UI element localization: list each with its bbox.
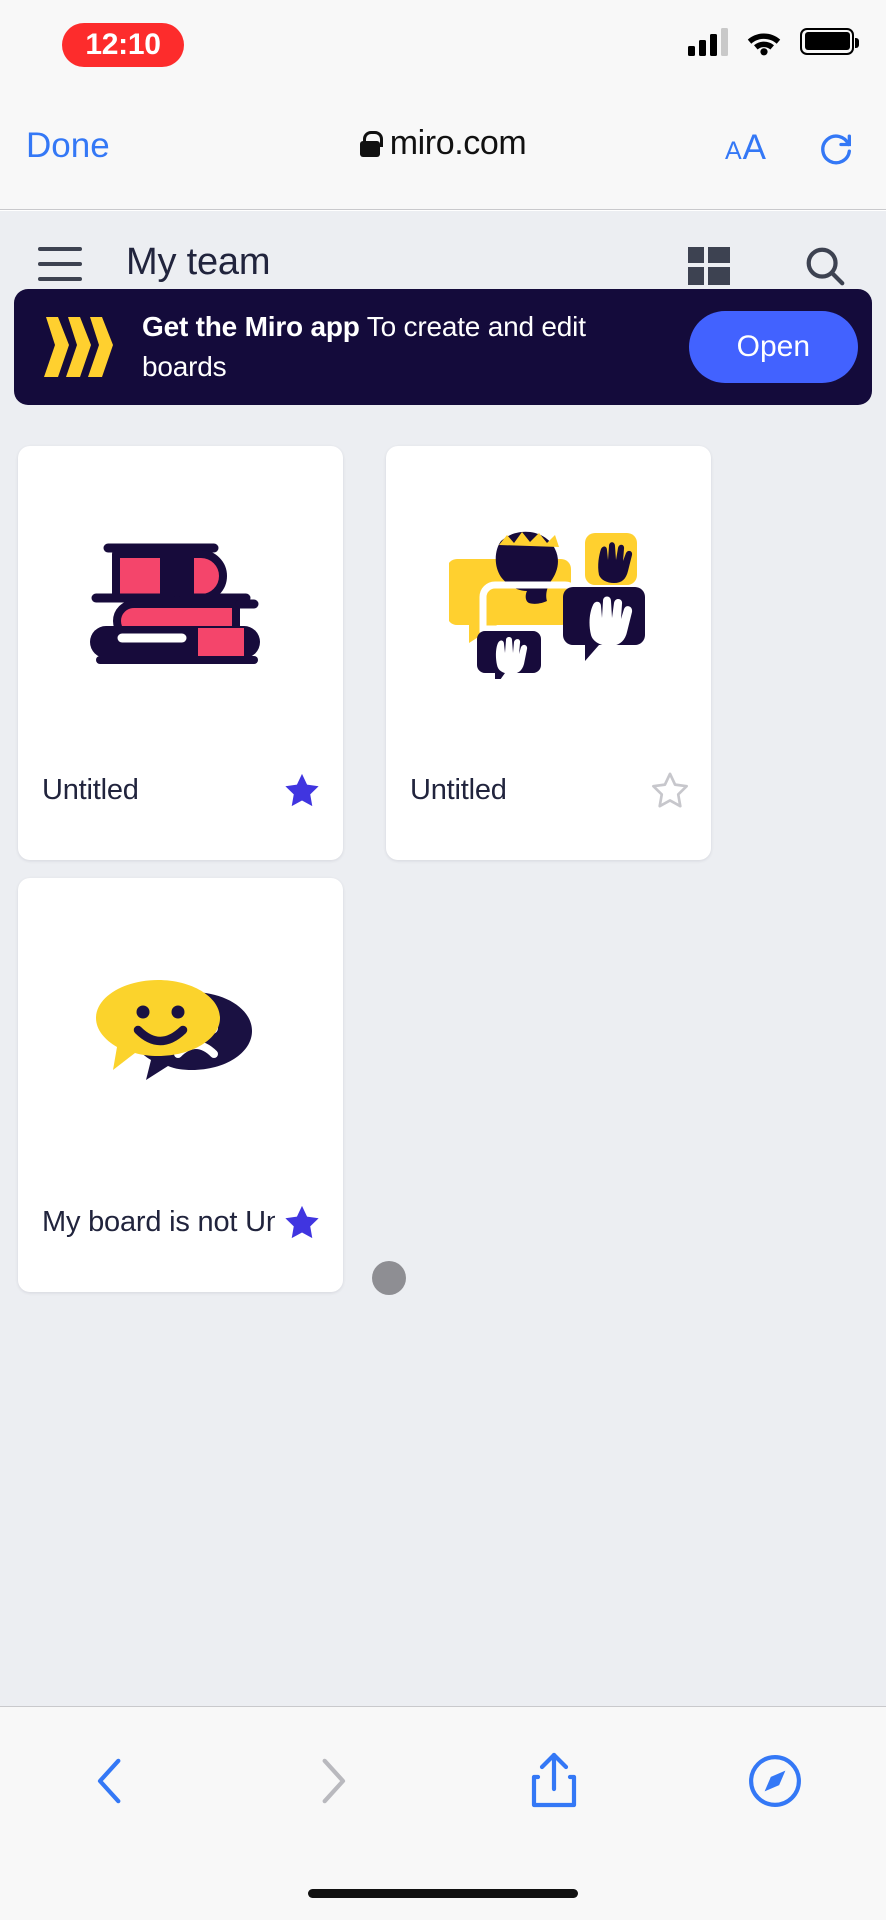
loading-dot [372,1261,406,1295]
status-bar-time: 12:10 [85,28,161,61]
board-title: My board is not Unt... [42,1206,275,1238]
books-illustration [89,543,260,664]
status-bar-indicators [688,26,859,56]
star-outline-icon[interactable] [651,771,689,809]
text-size-button[interactable]: A A [725,128,766,168]
phone-screen: 12:10 Done miro.com A A My team Get the … [0,0,886,1920]
browser-bottom-toolbar [0,1706,886,1920]
board-thumbnail [18,446,343,752]
boards-grid: Untitled Untitled My board is not Un [18,446,868,1292]
webpage-viewport: My team Get the Miro app To create and e… [0,211,886,1706]
board-title: Untitled [42,774,139,806]
share-button[interactable] [443,1751,665,1811]
banner-message: Get the Miro app To create and edit boar… [142,307,689,388]
board-card[interactable]: My board is not Unt... [18,878,343,1292]
hamburger-menu-icon[interactable] [38,247,82,281]
board-card-footer: My board is not Unt... [18,1184,343,1292]
back-button[interactable] [0,1751,222,1811]
battery-icon [800,27,859,55]
board-card[interactable]: Untitled [386,446,711,860]
page-title: My team [126,241,271,283]
search-icon[interactable] [802,243,848,289]
text-size-small-label: A [724,137,742,165]
star-filled-icon[interactable] [283,771,321,809]
speech-bubbles-illustration [95,980,252,1080]
chevron-forward-icon [322,1758,346,1804]
forward-button[interactable] [222,1751,444,1811]
people-speech-illustration [448,531,645,679]
toolbar-buttons [0,1731,886,1831]
board-card-footer: Untitled [18,752,343,860]
tabs-button[interactable] [665,1754,886,1808]
lock-icon [359,130,383,157]
text-size-large-label: A [742,128,766,167]
compass-icon [749,1755,802,1807]
get-miro-app-banner[interactable]: Get the Miro app To create and edit boar… [14,289,872,405]
wifi-icon [747,33,781,56]
home-indicator [308,1889,578,1898]
reload-icon[interactable] [816,126,856,168]
board-thumbnail [386,446,711,752]
browser-navigation-bar: Done miro.com A A [0,90,886,210]
share-icon [531,1752,576,1808]
status-bar: 12:10 [0,0,886,90]
miro-logo-icon [44,317,113,377]
banner-headline: Get the Miro app [142,310,360,342]
board-title: Untitled [410,774,507,806]
board-card-footer: Untitled [386,752,711,860]
url-text: miro.com [389,124,527,162]
cellular-signal-icon [688,26,728,56]
board-thumbnail [18,878,343,1184]
recording-time-pill: 12:10 [62,23,184,67]
chevron-back-icon [97,1758,121,1804]
grid-layout-icon[interactable] [688,247,730,285]
board-card[interactable]: Untitled [18,446,343,860]
open-app-button[interactable]: Open [688,311,858,383]
star-filled-icon[interactable] [283,1203,321,1241]
